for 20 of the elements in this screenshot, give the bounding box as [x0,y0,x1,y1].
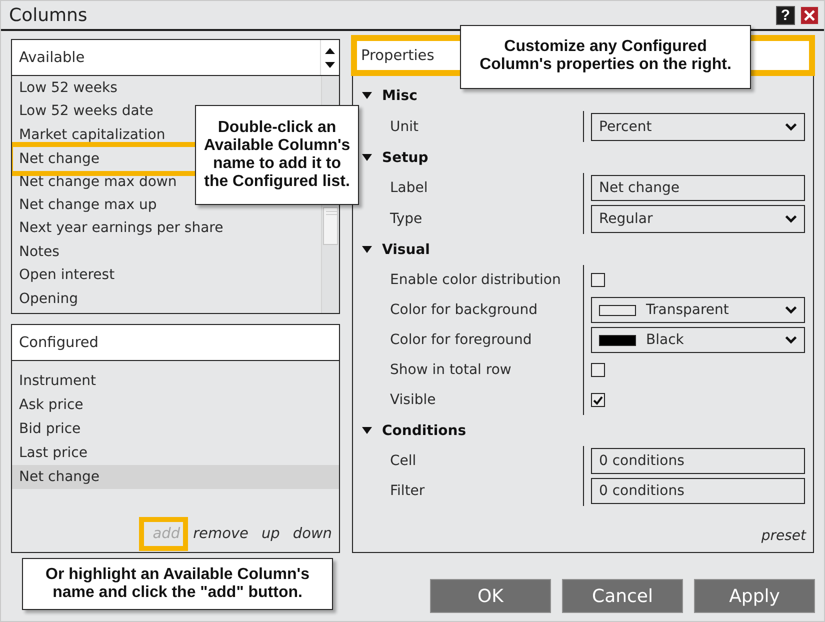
property-label: Show in total row [389,361,512,380]
header-label: Configured [19,334,100,350]
property-label: Label [389,179,429,198]
property-label: Type [389,210,424,228]
category-label: Setup [382,150,428,166]
property-label: Filter [389,482,426,501]
property-label: Visible [389,391,437,410]
callout-tooltip: Or highlight an Available Column's name and click the "add" button. [22,558,333,610]
property-label: Color for foreground [389,331,533,350]
header-label: Available [19,50,86,66]
property-label: Enable color distribution [389,271,562,290]
callout-tooltip: Double-click an Available Column's name to add it to the Configured list. [195,105,359,205]
callout-tooltip: Customize any Configured Column's properties on the right. [460,25,751,89]
property-label: Cell [389,452,418,471]
property-label: Color for background [389,301,539,320]
category-label: Misc [382,88,418,104]
property-label: Unit [389,118,420,136]
window-title: Columns [9,4,88,26]
category-label: Visual [382,242,430,258]
category-label: Conditions [382,422,466,438]
